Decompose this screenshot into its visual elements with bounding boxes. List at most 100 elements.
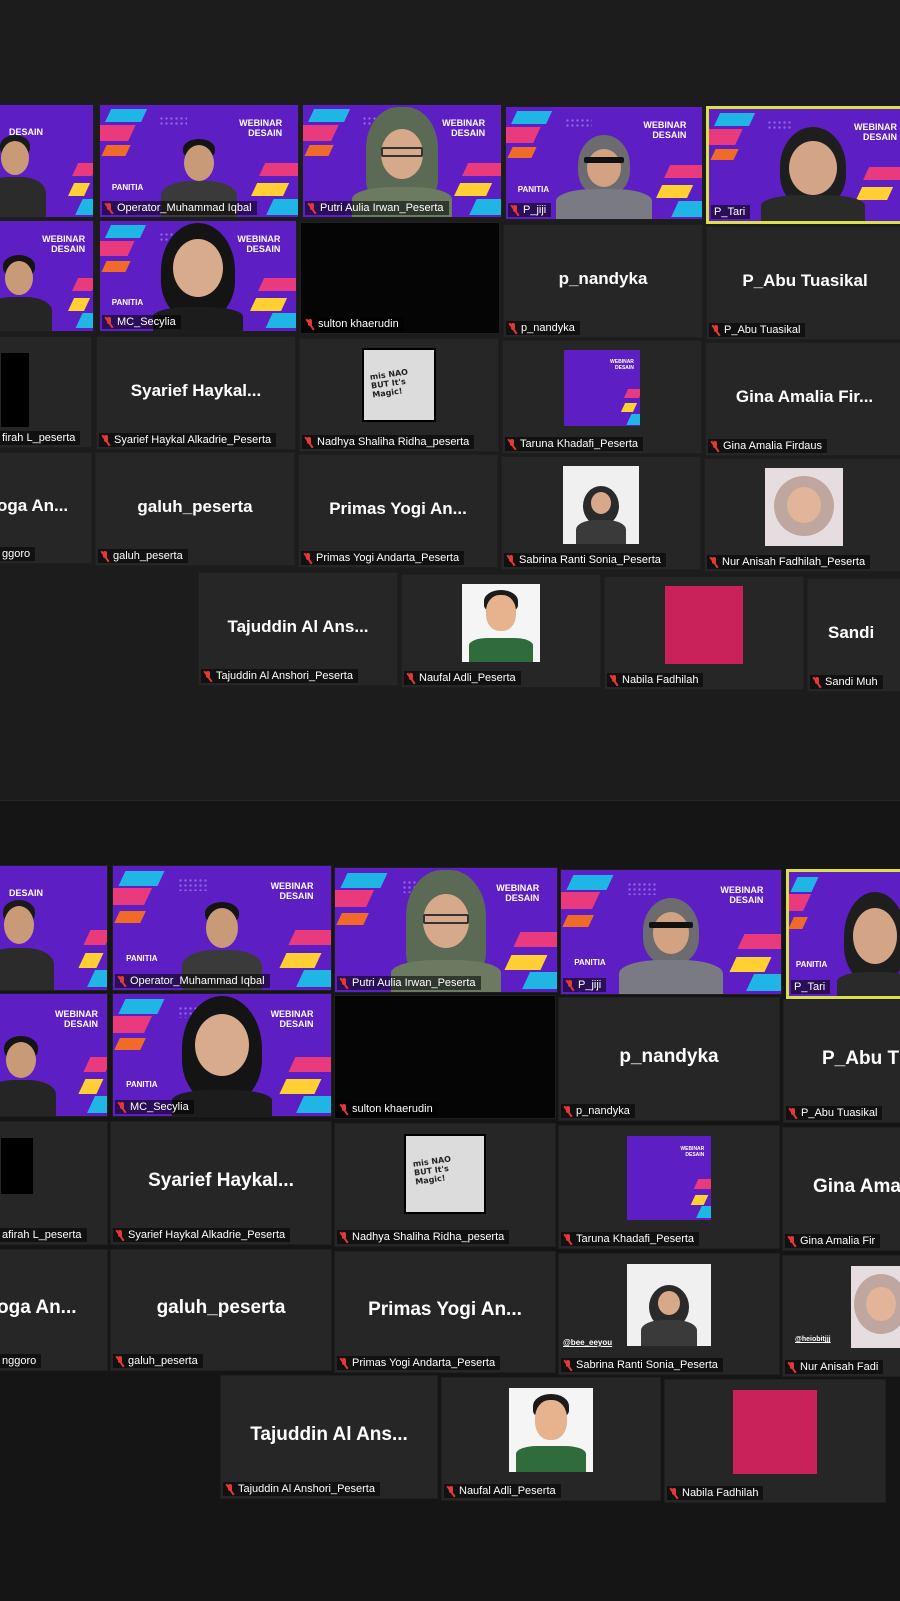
- mic-muted-icon: [788, 1361, 796, 1373]
- video-tile-taruna[interactable]: WEBINAR DESAIN Taruna Khadafi_Peserta: [558, 1125, 780, 1249]
- participant-name: Primas Yogi Andarta_Peserta: [352, 1357, 496, 1369]
- video-tile-syarief[interactable]: Syarief Haykal... Syarief Haykal Alkadri…: [96, 336, 296, 450]
- video-tile-nur[interactable]: Nur Anisah Fadhilah_Peserta: [704, 458, 900, 572]
- participant-thumbnail: [851, 1265, 900, 1348]
- video-tile-naufal[interactable]: Naufal Adli_Peserta: [441, 1377, 661, 1501]
- participant-name: firah L_peserta: [2, 432, 76, 444]
- video-tile-yoga[interactable]: oga An... ggoro: [0, 452, 92, 564]
- participant-name-tag: Syarief Haykal Alkadrie_Peserta: [113, 1228, 291, 1242]
- participant-display-name: Primas Yogi An...: [368, 1298, 522, 1320]
- video-tile-abu[interactable]: P_Abu T P_Abu Tuasikal: [783, 999, 900, 1123]
- banner-title: WEBINAR DESAIN: [270, 1008, 314, 1029]
- video-tile-cut-left[interactable]: DESAIN: [0, 104, 94, 218]
- video-tile-operator[interactable]: WEBINAR DESAIN PANITIA Operator_Muhammad…: [112, 865, 332, 991]
- video-tile-sandi[interactable]: Sandi Sandi Muh: [807, 578, 900, 692]
- social-handle-overlay: @bee_eeyou: [563, 1338, 613, 1347]
- video-tile-cut-left-2[interactable]: WEBINAR DESAIN: [0, 993, 108, 1117]
- participant-name-tag: Naufal Adli_Peserta: [444, 1484, 561, 1498]
- video-tile-nabila[interactable]: Nabila Fadhilah: [604, 576, 804, 690]
- participant-name-tag: Primas Yogi Andarta_Peserta: [337, 1356, 501, 1370]
- participant-name-tag: p_nandyka: [561, 1104, 635, 1118]
- mic-muted-icon: [788, 1235, 796, 1247]
- video-tile-tari-active-speaker[interactable]: WEBINAR DESAIN P_Tari: [706, 106, 900, 224]
- participant-name: Syarief Haykal Alkadrie_Peserta: [114, 434, 272, 446]
- participant-name-tag: Putri Aulia Irwan_Peserta: [337, 976, 481, 990]
- video-tile-galuh[interactable]: galuh_peserta galuh_peserta: [110, 1249, 332, 1371]
- participant-name-tag: P_Abu Tuasikal: [786, 1106, 883, 1120]
- participant-name: P_Abu Tuasikal: [724, 324, 801, 336]
- panitia-label: PANITIA: [111, 297, 144, 307]
- mic-muted-icon: [306, 318, 314, 330]
- participant-thumbnail: [765, 467, 843, 546]
- participant-name-tag: Nabila Fadhilah: [667, 1486, 764, 1500]
- participant-name-tag: Nadhya Shaliha Ridha_peserta: [302, 435, 475, 449]
- video-tile-galuh[interactable]: galuh_peserta galuh_peserta: [95, 452, 295, 566]
- participant-name: Nabila Fadhilah: [622, 674, 699, 686]
- video-tile-sabrina[interactable]: @bee_eeyou Sabrina Ranti Sonia_Peserta: [558, 1253, 780, 1375]
- participant-name: Taruna Khadafi_Peserta: [520, 438, 639, 450]
- participant-name-tag: P_jiji: [563, 978, 607, 992]
- video-tile-nadhya[interactable]: mis NAO BUT It's Magic! Nadhya Shaliha R…: [299, 338, 499, 452]
- participant-video: [0, 127, 50, 217]
- video-tile-abu[interactable]: P_Abu Tuasikal P_Abu Tuasikal: [706, 226, 900, 340]
- sunglasses-icon: [649, 922, 693, 928]
- participant-name-tag: Taruna Khadafi_Peserta: [561, 1232, 700, 1246]
- video-tile-sulton[interactable]: sulton khaerudin: [334, 995, 556, 1119]
- video-tile-putri[interactable]: WEBINAR DESAIN Putri Aulia Irwan_Peserta: [302, 104, 502, 218]
- participant-name-tag: Tajuddin Al Anshori_Peserta: [223, 1482, 380, 1496]
- participant-display-name: Primas Yogi An...: [329, 499, 467, 518]
- participant-name: Putri Aulia Irwan_Peserta: [320, 202, 444, 214]
- video-tile-putri[interactable]: WEBINAR DESAIN Putri Aulia Irwan_Peserta: [334, 867, 558, 993]
- video-tile-nur[interactable]: @heiobitjjj Nur Anisah Fadi: [782, 1255, 900, 1377]
- participant-name: P_jiji: [578, 979, 602, 991]
- video-tile-tari-active-speaker[interactable]: PANITIA P_Tari: [786, 869, 900, 999]
- participant-name-tag: Tajuddin Al Anshori_Peserta: [201, 669, 358, 683]
- video-tile-operator[interactable]: WEBINAR DESAIN PANITIA Operator_Muhammad…: [99, 104, 299, 218]
- video-tile-gina[interactable]: Gina Ama Gina Amalia Fir: [782, 1127, 900, 1251]
- mic-muted-icon: [340, 1357, 348, 1369]
- video-tile-sabrina[interactable]: Sabrina Ranti Sonia_Peserta: [501, 456, 701, 570]
- video-tile-jiji[interactable]: WEBINAR DESAIN PANITIA P_jiji: [560, 869, 782, 995]
- participant-display-name: galuh_peserta: [137, 497, 253, 516]
- participant-name: MC_Secylia: [117, 316, 176, 328]
- mic-muted-icon: [304, 552, 312, 564]
- mic-muted-icon: [712, 324, 720, 336]
- video-tile-tajuddin[interactable]: Tajuddin Al Ans... Tajuddin Al Anshori_P…: [220, 1375, 438, 1499]
- video-tile-nandyka[interactable]: p_nandyka p_nandyka: [503, 224, 703, 338]
- video-tile-primas[interactable]: Primas Yogi An... Primas Yogi Andarta_Pe…: [334, 1251, 556, 1373]
- participant-video: [554, 135, 654, 219]
- video-tile-firah[interactable]: afirah L_peserta: [0, 1121, 108, 1245]
- video-tile-taruna[interactable]: WEBINAR DESAIN Taruna Khadafi_Peserta: [502, 340, 702, 454]
- video-tile-naufal[interactable]: Naufal Adli_Peserta: [401, 574, 601, 688]
- video-tile-nadhya[interactable]: mis NAO BUT It's Magic! Nadhya Shaliha R…: [334, 1123, 556, 1247]
- video-tile-secylia[interactable]: WEBINAR DESAIN PANITIA MC_Secylia: [112, 993, 332, 1117]
- participant-name: Nabila Fadhilah: [682, 1487, 759, 1499]
- mic-muted-icon: [670, 1487, 678, 1499]
- video-tile-cut-left-2[interactable]: WEBINAR DESAIN: [0, 220, 94, 332]
- video-tile-nandyka[interactable]: p_nandyka p_nandyka: [558, 997, 780, 1121]
- video-tile-primas[interactable]: Primas Yogi An... Primas Yogi Andarta_Pe…: [298, 454, 498, 568]
- participant-display-name: Gina Ama: [813, 1175, 900, 1197]
- participant-name-tag: P_Tari: [791, 980, 831, 994]
- video-tile-gina[interactable]: Gina Amalia Fir... Gina Amalia Firdaus: [705, 342, 900, 456]
- video-tile-firah[interactable]: firah L_peserta: [0, 336, 92, 448]
- video-tile-secylia[interactable]: WEBINAR DESAIN PANITIA MC_Secylia: [99, 220, 297, 332]
- video-tile-tajuddin[interactable]: Tajuddin Al Ans... Tajuddin Al Anshori_P…: [198, 572, 398, 686]
- participant-video: [167, 996, 277, 1116]
- mic-muted-icon: [509, 322, 517, 334]
- participant-name: P_jiji: [523, 204, 547, 216]
- participant-name-tag: MC_Secylia: [115, 1100, 194, 1114]
- participant-display-name: p_nandyka: [619, 1045, 719, 1067]
- video-tile-yoga[interactable]: oga An... nggoro: [0, 1249, 108, 1371]
- participant-name: Nur Anisah Fadhilah_Peserta: [722, 556, 866, 568]
- participant-name-tag: MC_Secylia: [102, 315, 181, 329]
- mic-muted-icon: [710, 556, 718, 568]
- video-tile-sulton[interactable]: sulton khaerudin: [300, 222, 500, 334]
- video-tile-nabila[interactable]: Nabila Fadhilah: [664, 1379, 886, 1503]
- video-tile-syarief[interactable]: Syarief Haykal... Syarief Haykal Alkadri…: [110, 1121, 332, 1245]
- video-tile-cut-left[interactable]: DESAIN: [0, 865, 108, 991]
- video-tile-jiji[interactable]: WEBINAR DESAIN PANITIA P_jiji: [505, 106, 703, 220]
- banner-title: WEBINAR DESAIN: [680, 1145, 705, 1158]
- participant-video: [758, 127, 868, 221]
- thumbnail-caption: mis NAO BUT It's Magic!: [412, 1154, 452, 1187]
